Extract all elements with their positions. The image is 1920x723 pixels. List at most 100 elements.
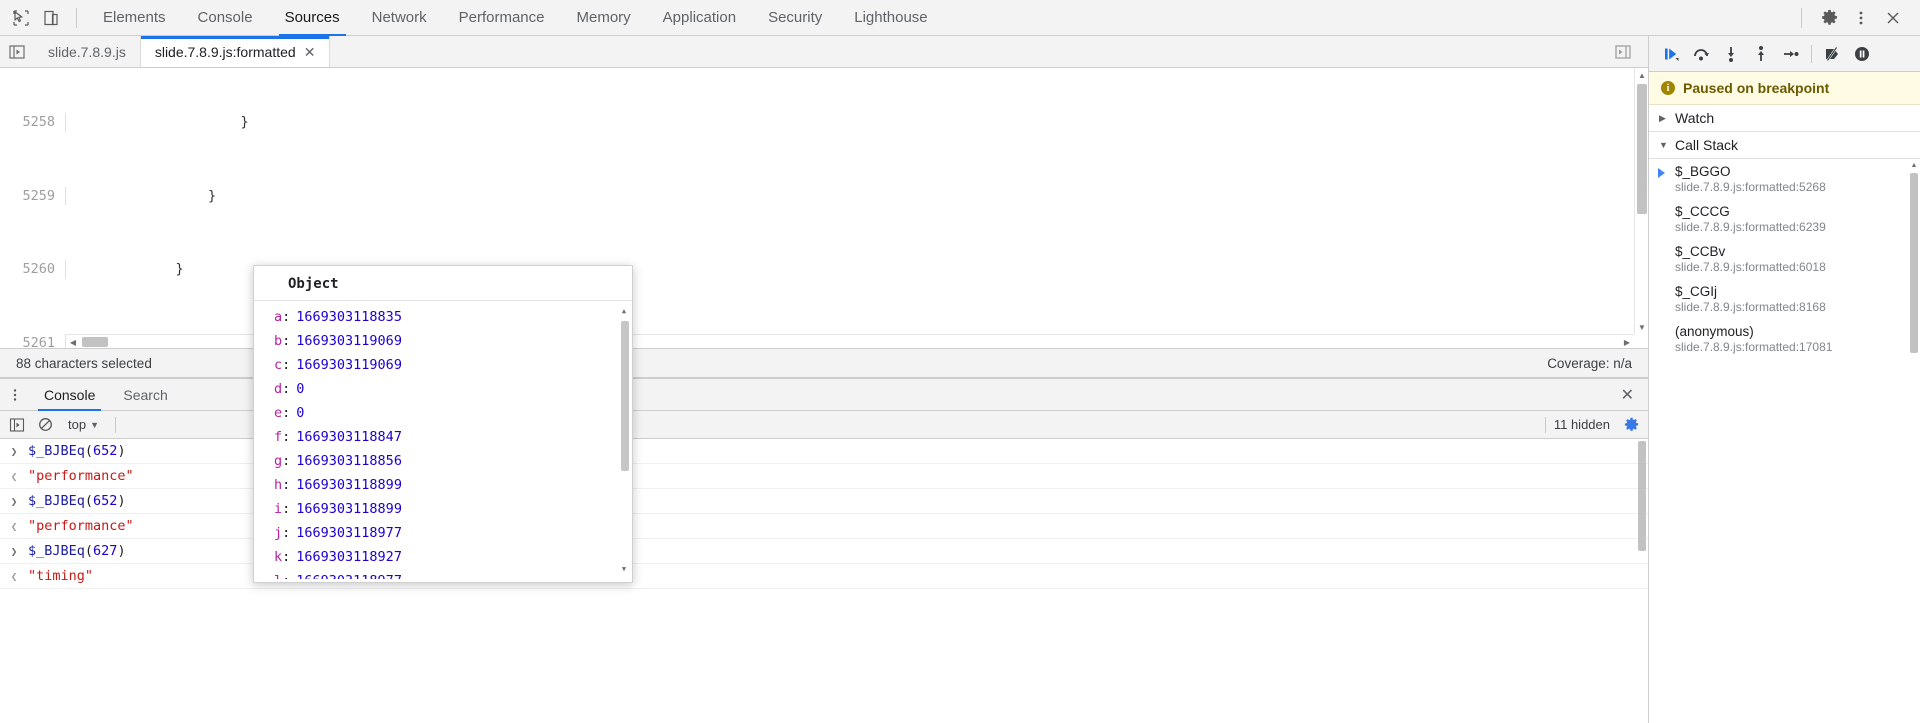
tab-sources[interactable]: Sources xyxy=(269,0,356,36)
property-key: c xyxy=(274,357,283,373)
close-icon[interactable]: ✕ xyxy=(1607,385,1648,405)
gear-icon[interactable] xyxy=(1814,4,1844,32)
object-property[interactable]: h:1669303118899 xyxy=(254,473,632,497)
object-property[interactable]: l:1669303118977 xyxy=(254,569,632,579)
file-tab-slide-js-formatted[interactable]: slide.7.8.9.js:formatted ✕ xyxy=(140,36,331,67)
scrollbar-thumb[interactable] xyxy=(82,337,108,347)
editor-tabs-spacer xyxy=(330,36,1598,67)
kebab-menu-icon[interactable] xyxy=(1846,4,1876,32)
object-property[interactable]: b:1669303119069 xyxy=(254,329,632,353)
tab-security[interactable]: Security xyxy=(752,0,838,36)
console-message-text: $_BJBEq(627) xyxy=(28,543,126,559)
tab-memory[interactable]: Memory xyxy=(561,0,647,36)
inspect-element-icon[interactable] xyxy=(6,4,36,32)
tab-elements[interactable]: Elements xyxy=(87,0,182,36)
call-stack-frame[interactable]: $_CCCG slide.7.8.9.js:formatted:6239 xyxy=(1649,199,1920,239)
scrollbar-thumb[interactable] xyxy=(1637,84,1647,214)
call-stack-frame[interactable]: $_CGIj slide.7.8.9.js:formatted:8168 xyxy=(1649,279,1920,319)
object-value-popover[interactable]: Object a:1669303118835 b:1669303119069 c… xyxy=(253,265,633,583)
drawer-tab-console[interactable]: Console xyxy=(30,379,109,411)
editor-tabs-right xyxy=(1598,36,1648,67)
hidden-messages-count[interactable]: 11 hidden xyxy=(1554,417,1616,432)
debugger-toolbar xyxy=(1649,36,1920,72)
chevron-down-icon: ▼ xyxy=(90,419,99,430)
resume-script-button[interactable] xyxy=(1657,40,1685,68)
code-editor[interactable]: 5258 } 5259 } 5260 } 5261 ▲ ▼ ◀ ▶ xyxy=(0,68,1648,348)
kebab-menu-icon[interactable] xyxy=(0,388,30,402)
scrollbar-thumb[interactable] xyxy=(1638,441,1646,551)
object-property-list[interactable]: a:1669303118835 b:1669303119069 c:166930… xyxy=(254,301,632,579)
drawer-tab-search[interactable]: Search xyxy=(109,379,181,411)
object-property[interactable]: a:1669303118835 xyxy=(254,305,632,329)
chevron-right-icon: ▶ xyxy=(1659,112,1666,123)
clear-console-icon[interactable] xyxy=(32,413,58,437)
device-toolbar-icon[interactable] xyxy=(36,4,66,32)
scroll-down-arrow[interactable]: ▼ xyxy=(618,563,630,575)
tab-application[interactable]: Application xyxy=(647,0,752,36)
show-debugger-icon[interactable] xyxy=(1606,44,1640,60)
object-property[interactable]: f:1669303118847 xyxy=(254,425,632,449)
object-property[interactable]: d:0 xyxy=(254,377,632,401)
object-property[interactable]: c:1669303119069 xyxy=(254,353,632,377)
frame-name: $_CGIj xyxy=(1675,284,1718,299)
scroll-left-arrow[interactable]: ◀ xyxy=(66,335,80,348)
close-icon[interactable]: ✕ xyxy=(304,45,316,59)
file-tab-slide-js[interactable]: slide.7.8.9.js xyxy=(34,36,141,67)
tab-network[interactable]: Network xyxy=(356,0,443,36)
tab-console[interactable]: Console xyxy=(182,0,269,36)
tab-performance[interactable]: Performance xyxy=(443,0,561,36)
console-scrollbar[interactable] xyxy=(1636,439,1648,723)
step-button[interactable] xyxy=(1777,40,1805,68)
call-stack-frame[interactable]: $_CCBv slide.7.8.9.js:formatted:6018 xyxy=(1649,239,1920,279)
object-property[interactable]: e:0 xyxy=(254,401,632,425)
code-line[interactable]: 5259 } xyxy=(0,186,1648,206)
editor-vertical-scrollbar[interactable]: ▲ ▼ xyxy=(1634,68,1648,334)
property-key: k xyxy=(274,549,283,565)
code-scroll-area[interactable]: 5258 } 5259 } 5260 } 5261 ▲ ▼ ◀ ▶ xyxy=(0,68,1648,348)
object-property[interactable]: g:1669303118856 xyxy=(254,449,632,473)
step-over-button[interactable] xyxy=(1687,40,1715,68)
console-output-message[interactable]: ❮ "timing" xyxy=(0,564,1648,589)
scroll-down-arrow[interactable]: ▼ xyxy=(1635,320,1648,334)
console-output-message[interactable]: ❮ "performance" xyxy=(0,514,1648,539)
code-line[interactable]: 5260 } xyxy=(0,260,1648,279)
execution-context-selector[interactable]: top ▼ xyxy=(60,417,107,432)
gear-icon[interactable] xyxy=(1618,413,1644,437)
object-property[interactable]: j:1669303118977 xyxy=(254,521,632,545)
code-line[interactable]: 5258 } xyxy=(0,113,1648,132)
show-navigator-icon[interactable] xyxy=(0,36,34,67)
scrollbar-thumb[interactable] xyxy=(621,321,629,471)
deactivate-breakpoints-button[interactable] xyxy=(1818,40,1846,68)
property-key: d xyxy=(274,381,283,397)
object-property[interactable]: k:1669303118927 xyxy=(254,545,632,569)
scroll-up-arrow[interactable]: ▲ xyxy=(1635,68,1648,82)
popover-scrollbar[interactable]: ▲ ▼ xyxy=(618,305,630,575)
scroll-up-arrow[interactable]: ▲ xyxy=(618,305,630,317)
property-colon: : xyxy=(282,571,290,579)
console-toolbar-divider xyxy=(115,416,116,433)
scrollbar-thumb[interactable] xyxy=(1910,173,1918,353)
pause-on-exceptions-button[interactable] xyxy=(1848,40,1876,68)
call-stack-list[interactable]: $_BGGO slide.7.8.9.js:formatted:5268 $_C… xyxy=(1649,159,1920,723)
close-icon[interactable] xyxy=(1878,4,1908,32)
call-stack-frame[interactable]: $_BGGO slide.7.8.9.js:formatted:5268 xyxy=(1649,159,1920,199)
coverage-status[interactable]: Coverage: n/a xyxy=(1547,356,1632,371)
console-input-message[interactable]: ❯ $_BJBEq(652) xyxy=(0,439,1648,464)
call-stack-section-header[interactable]: ▼ Call Stack xyxy=(1649,132,1920,159)
console-message-list[interactable]: ❯ $_BJBEq(652) ❮ "performance" ❯ $_BJBEq… xyxy=(0,439,1648,723)
console-output-message[interactable]: ❮ "performance" xyxy=(0,464,1648,489)
scroll-up-arrow[interactable]: ▲ xyxy=(1908,159,1920,171)
sidebar-scrollbar[interactable]: ▲ xyxy=(1908,159,1920,723)
tab-security-label: Security xyxy=(768,9,823,26)
call-stack-frame[interactable]: (anonymous) slide.7.8.9.js:formatted:170… xyxy=(1649,319,1920,359)
console-sidebar-icon[interactable] xyxy=(4,413,30,437)
property-value: 1669303118899 xyxy=(296,501,402,517)
console-input-message[interactable]: ❯ $_BJBEq(652) xyxy=(0,489,1648,514)
watch-section-header[interactable]: ▶ Watch xyxy=(1649,105,1920,132)
step-into-button[interactable] xyxy=(1717,40,1745,68)
scroll-right-arrow[interactable]: ▶ xyxy=(1620,335,1634,348)
step-out-button[interactable] xyxy=(1747,40,1775,68)
object-property[interactable]: i:1669303118899 xyxy=(254,497,632,521)
console-input-message[interactable]: ❯ $_BJBEq(627) xyxy=(0,539,1648,564)
tab-lighthouse[interactable]: Lighthouse xyxy=(838,0,943,36)
